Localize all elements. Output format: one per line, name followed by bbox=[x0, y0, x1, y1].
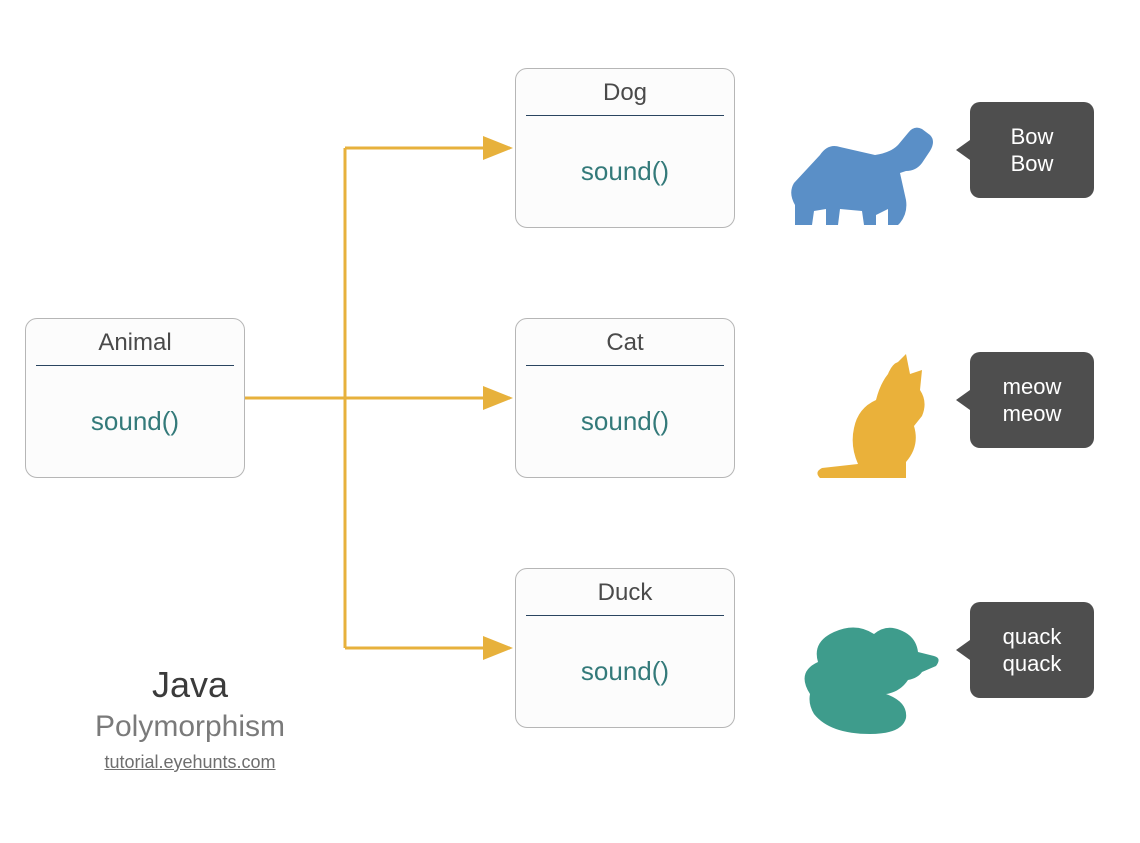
class-title: Cat bbox=[526, 319, 724, 366]
speech-text: BowBow bbox=[1011, 123, 1054, 178]
class-method: sound() bbox=[581, 406, 669, 437]
cat-icon bbox=[810, 350, 950, 495]
class-title: Dog bbox=[526, 69, 724, 116]
speech-bubble-cat: meowmeow bbox=[970, 352, 1094, 448]
speech-bubble-dog: BowBow bbox=[970, 102, 1094, 198]
class-method: sound() bbox=[581, 156, 669, 187]
class-title: Animal bbox=[36, 319, 234, 366]
speech-text: quackquack bbox=[1003, 623, 1062, 678]
dog-icon bbox=[780, 105, 940, 240]
class-title: Duck bbox=[526, 569, 724, 616]
caption-title: Java bbox=[60, 664, 320, 706]
class-box-duck: Duck sound() bbox=[515, 568, 735, 728]
class-box-animal: Animal sound() bbox=[25, 318, 245, 478]
class-method: sound() bbox=[91, 406, 179, 437]
caption-block: Java Polymorphism tutorial.eyehunts.com bbox=[60, 664, 320, 773]
class-box-dog: Dog sound() bbox=[515, 68, 735, 228]
speech-text: meowmeow bbox=[1003, 373, 1062, 428]
polymorphism-diagram: Animal sound() Dog sound() BowBow Cat so… bbox=[0, 0, 1140, 843]
class-method: sound() bbox=[581, 656, 669, 687]
caption-subtitle: Polymorphism bbox=[60, 710, 320, 744]
speech-bubble-duck: quackquack bbox=[970, 602, 1094, 698]
caption-source-link[interactable]: tutorial.eyehunts.com bbox=[104, 752, 275, 773]
duck-icon bbox=[790, 602, 950, 747]
class-box-cat: Cat sound() bbox=[515, 318, 735, 478]
